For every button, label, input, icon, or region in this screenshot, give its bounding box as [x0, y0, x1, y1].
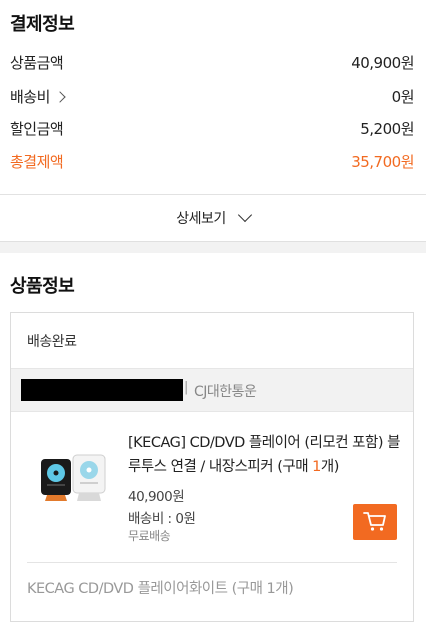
chevron-down-icon [237, 207, 252, 223]
shipping-fee-label: 배송비 [10, 87, 50, 106]
discount-label: 할인금액 [10, 119, 64, 138]
product-price: 40,900원 [128, 489, 185, 505]
product-image[interactable] [39, 453, 109, 507]
divider [27, 562, 397, 563]
chevron-right-icon [54, 90, 66, 103]
section-separator [0, 241, 426, 253]
delivery-status: 배송완료 [27, 334, 77, 350]
courier-name: CJ대한통운 [194, 384, 257, 400]
payment-title: 결제정보 [10, 14, 75, 35]
product-qty: 1 [312, 459, 321, 475]
cart-icon [363, 512, 386, 531]
product-amount-row: 상품금액 40,900원 [10, 50, 414, 74]
tracking-number-redacted [21, 379, 183, 401]
discount-row: 할인금액 5,200원 [10, 116, 414, 140]
total-value: 35,700원 [351, 152, 414, 171]
detail-toggle-button[interactable]: 상세보기 [0, 195, 426, 241]
discount-value: 5,200원 [360, 119, 414, 138]
total-row: 총결제액 35,700원 [10, 149, 414, 173]
product-amount-value: 40,900원 [351, 53, 414, 72]
product-shipping-fee: 배송비 : 0원 [128, 511, 196, 527]
detail-toggle-label: 상세보기 [176, 211, 226, 227]
total-label: 총결제액 [10, 152, 64, 171]
free-shipping-note: 무료배송 [128, 529, 171, 543]
product-option: KECAG CD/DVD 플레이어화이트 (구매 1개) [27, 581, 294, 597]
shipping-fee-row[interactable]: 배송비 0원 [10, 84, 415, 108]
courier-separator: | [184, 380, 188, 395]
add-to-cart-button[interactable] [353, 504, 397, 540]
courier-bar: | CJ대한통운 [11, 368, 413, 412]
product-card: 배송완료 | CJ대한통운 [KECAG] CD/DVD 플레이어 (리모컨 포… [10, 312, 414, 622]
product-amount-label: 상품금액 [10, 53, 64, 72]
product-name-text: [KECAG] CD/DVD 플레이어 (리모컨 포함) 블루투스 연결 / 내… [128, 435, 400, 475]
shipping-fee-value: 0원 [391, 87, 415, 106]
product-name-suffix: 개) [320, 459, 340, 475]
product-name[interactable]: [KECAG] CD/DVD 플레이어 (리모컨 포함) 블루투스 연결 / 내… [128, 431, 404, 479]
shipping-fee-link[interactable]: 배송비 [10, 86, 66, 107]
product-info-title: 상품정보 [10, 276, 75, 297]
